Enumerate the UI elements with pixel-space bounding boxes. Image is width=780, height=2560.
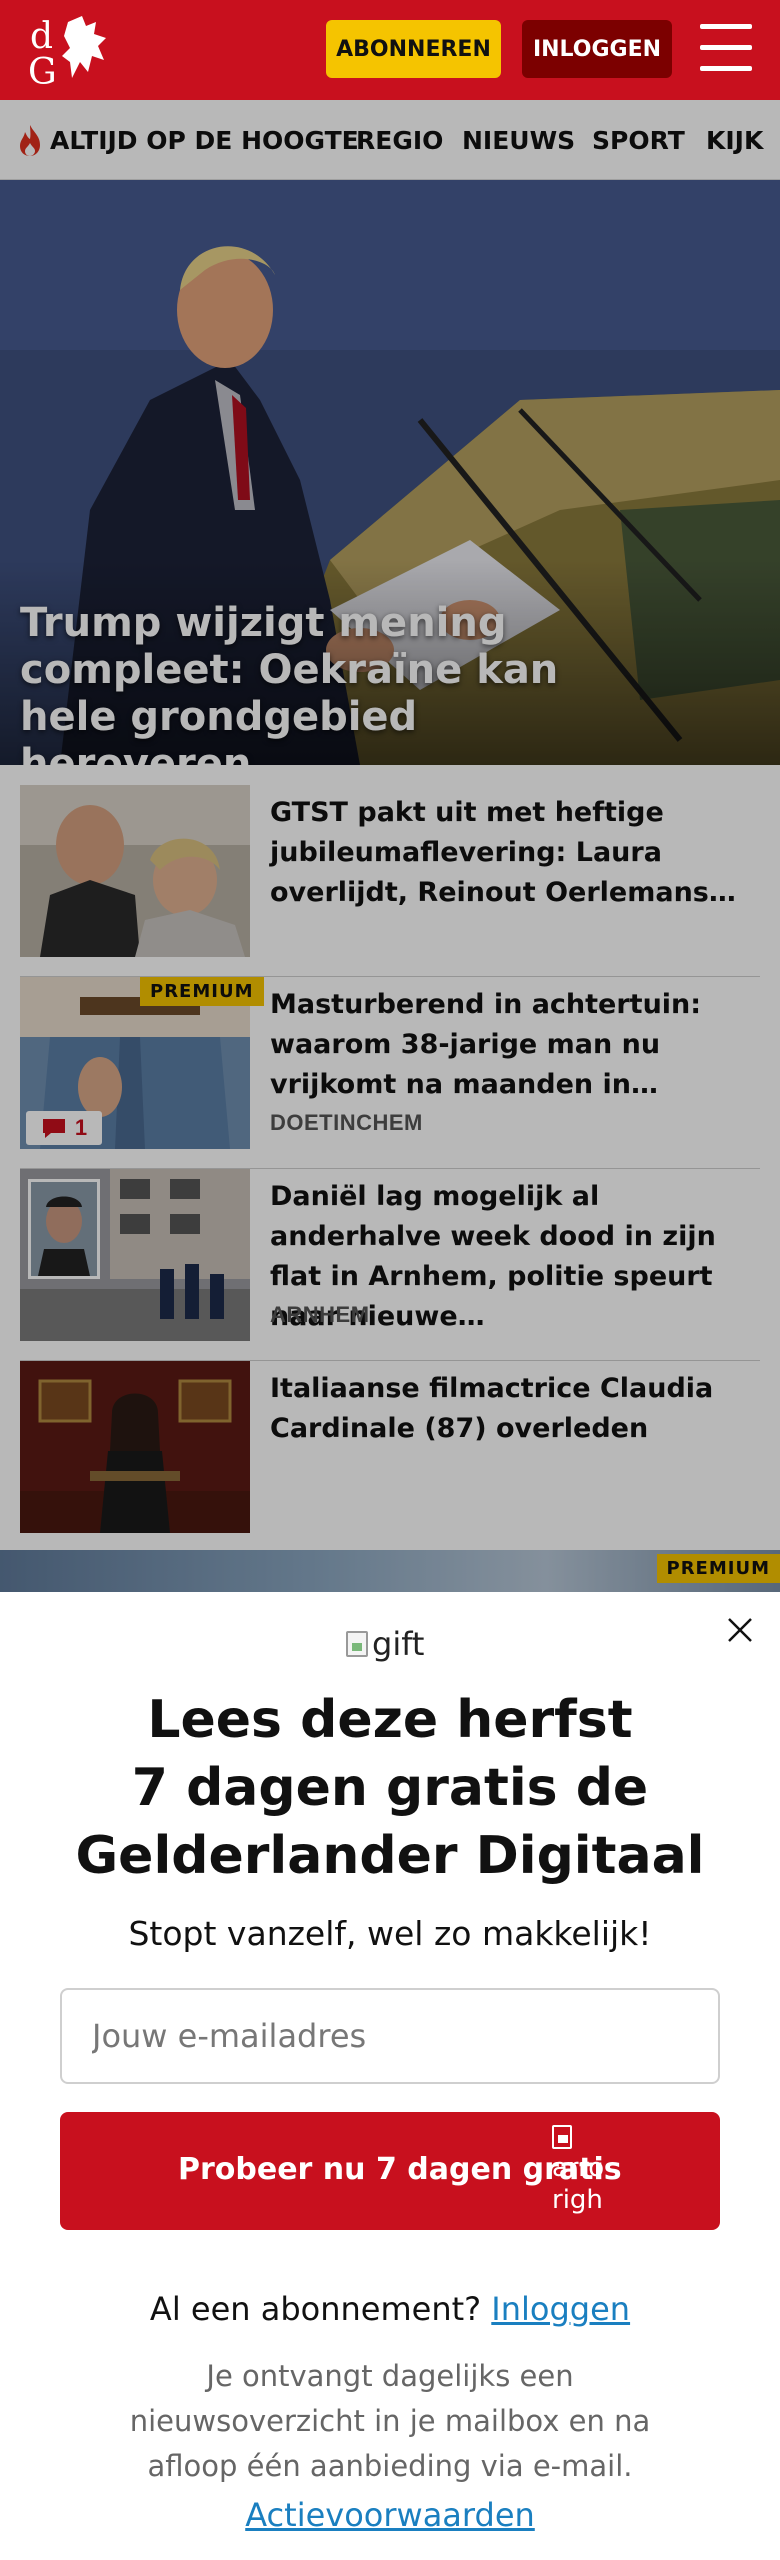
login-link[interactable]: Inloggen	[491, 2290, 630, 2328]
gift-icon: gift	[346, 1624, 476, 1664]
arrow-right-icon: arro righ	[552, 2120, 608, 2220]
modal-title: Lees deze herfst 7 dagen gratis de Gelde…	[0, 1686, 780, 1890]
svg-text:G: G	[28, 52, 57, 88]
modal-title-line: 7 dagen gratis de	[131, 1758, 649, 1818]
info-text: Je ontvangt dagelijks een nieuwsoverzich…	[129, 2359, 651, 2483]
dg-logo[interactable]: d G	[24, 12, 120, 93]
modal-title-line: Gelderlander Digitaal	[75, 1826, 705, 1886]
login-prompt: Al een abonnement? Inloggen	[149, 2290, 631, 2328]
svg-text:d: d	[30, 16, 53, 57]
close-icon[interactable]	[726, 1616, 754, 1644]
hamburger-menu-icon[interactable]	[700, 24, 752, 72]
login-button[interactable]: INLOGGEN	[522, 20, 672, 78]
overlay-backdrop[interactable]	[0, 100, 780, 1592]
modal-title-line: Lees deze herfst	[147, 1690, 633, 1750]
email-input[interactable]	[60, 1988, 720, 2084]
try-free-button[interactable]: Probeer nu 7 dagen gratis arro righ	[60, 2112, 720, 2230]
modal-subtitle: Stopt vanzelf, wel zo makkelijk!	[128, 1914, 652, 1953]
subscribe-button[interactable]: ABONNEREN	[326, 20, 501, 78]
terms-link[interactable]: Actievoorwaarden	[0, 2496, 780, 2534]
subscription-modal: gift Lees deze herfst 7 dagen gratis de …	[0, 1592, 780, 2560]
site-header: d G ABONNEREN INLOGGEN	[0, 0, 780, 100]
